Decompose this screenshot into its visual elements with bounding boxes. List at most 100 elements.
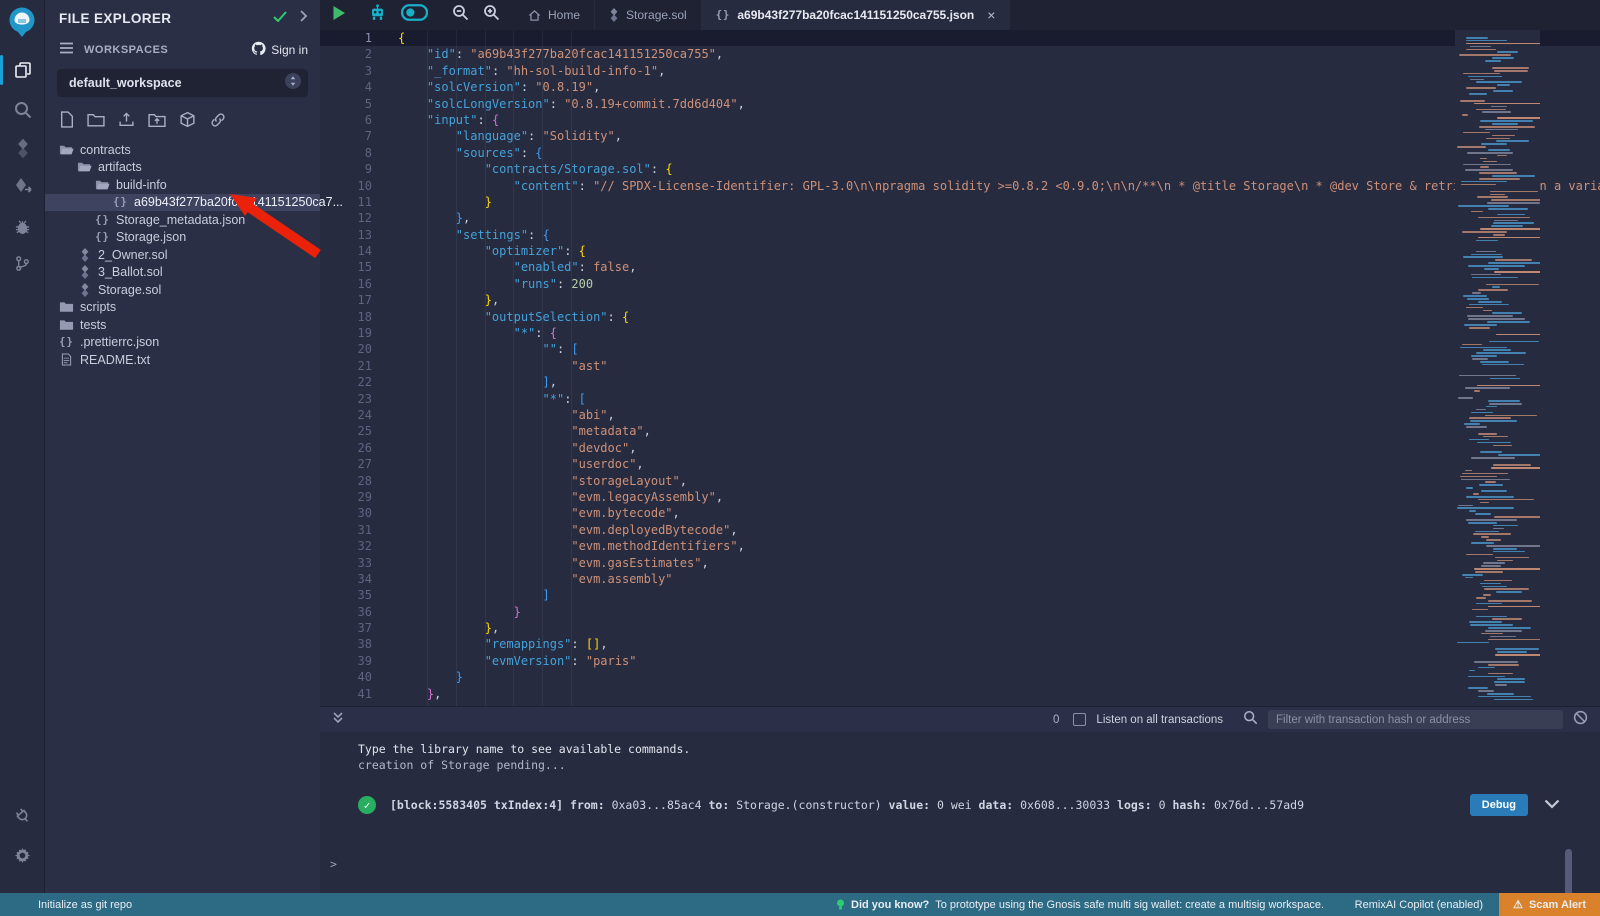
git-icon[interactable] (0, 246, 45, 280)
collapse-terminal-icon[interactable] (332, 711, 344, 729)
code-line[interactable]: 27 "userdoc", (320, 456, 1600, 472)
tx-expand-icon[interactable] (1544, 798, 1560, 812)
expand-panel-icon[interactable] (299, 9, 308, 27)
tree-item[interactable]: {}Storage_metadata.json (45, 211, 320, 229)
code-line[interactable]: 22 ], (320, 374, 1600, 390)
editor-tab[interactable]: Home (514, 0, 595, 30)
code-line[interactable]: 15 "enabled": false, (320, 259, 1600, 275)
close-tab-icon[interactable]: × (987, 7, 995, 23)
code-line[interactable]: 19 "*": { (320, 325, 1600, 341)
code-line[interactable]: 39 "evmVersion": "paris" (320, 653, 1600, 669)
code-line[interactable]: 7 "language": "Solidity", (320, 128, 1600, 144)
tree-item[interactable]: build-info (45, 176, 320, 194)
tree-item[interactable]: tests (45, 316, 320, 334)
debug-button[interactable]: Debug (1470, 794, 1528, 816)
new-file-icon[interactable] (60, 111, 74, 133)
ipfs-cube-icon[interactable] (179, 111, 196, 133)
tree-item[interactable]: README.txt (45, 351, 320, 369)
terminal-body[interactable]: Type the library name to see available c… (320, 732, 1600, 893)
code-line[interactable]: 28 "storageLayout", (320, 473, 1600, 489)
workspaces-menu-icon[interactable] (59, 41, 74, 59)
tree-item[interactable]: Storage.sol (45, 281, 320, 299)
code-line[interactable]: 32 "evm.methodIdentifiers", (320, 538, 1600, 554)
tree-item[interactable]: 2_Owner.sol (45, 246, 320, 264)
workspace-select[interactable]: default_workspace (57, 69, 308, 97)
code-line[interactable]: 24 "abi", (320, 407, 1600, 423)
tree-item[interactable]: scripts (45, 299, 320, 317)
code-line[interactable]: 29 "evm.legacyAssembly", (320, 489, 1600, 505)
code-line[interactable]: 31 "evm.deployedBytecode", (320, 522, 1600, 538)
code-line[interactable]: 40 } (320, 669, 1600, 685)
code-line[interactable]: 26 "devdoc", (320, 440, 1600, 456)
editor-tab[interactable]: Storage.sol (595, 0, 702, 30)
workspace-ok-icon (273, 9, 287, 27)
debugger-icon[interactable] (0, 209, 45, 243)
code-line[interactable]: 34 "evm.assembly" (320, 571, 1600, 587)
copilot-toggle[interactable] (401, 4, 428, 26)
line-number: 2 (320, 46, 372, 62)
code-line[interactable]: 13 "settings": { (320, 227, 1600, 243)
code-line[interactable]: 36 } (320, 604, 1600, 620)
code-line[interactable]: 14 "optimizer": { (320, 243, 1600, 259)
transaction-row[interactable]: ✓ [block:5583405 txIndex:4] from: 0xa03.… (358, 794, 1560, 816)
code-line[interactable]: 30 "evm.bytecode", (320, 505, 1600, 521)
code-line[interactable]: 11 } (320, 194, 1600, 210)
plugin-manager-icon[interactable] (0, 798, 45, 832)
listen-all-checkbox[interactable] (1073, 713, 1086, 726)
solidity-compiler-icon[interactable] (0, 131, 45, 165)
code-line[interactable]: 23 "*": [ (320, 391, 1600, 407)
code-line[interactable]: 2 "id": "a69b43f277ba20fcac141151250ca75… (320, 46, 1600, 62)
zoom-out-icon[interactable] (452, 4, 469, 26)
tree-item[interactable]: {}a69b43f277ba20fcac141151250ca7... (45, 194, 320, 212)
tree-item[interactable]: artifacts (45, 159, 320, 177)
code-line[interactable]: 20 "": [ (320, 341, 1600, 357)
code-line[interactable]: 1{ (320, 30, 1600, 46)
code-line[interactable]: 10 "content": "// SPDX-License-Identifie… (320, 178, 1600, 194)
code-line[interactable]: 17 }, (320, 292, 1600, 308)
code-area[interactable]: 1{2 "id": "a69b43f277ba20fcac141151250ca… (320, 30, 1600, 706)
tree-item[interactable]: {}Storage.json (45, 229, 320, 247)
minimap[interactable] (1455, 30, 1540, 706)
tx-filter-input[interactable] (1268, 710, 1563, 729)
upload-file-icon[interactable] (118, 111, 135, 133)
search-icon[interactable] (0, 93, 45, 127)
code-line[interactable]: 33 "evm.gasEstimates", (320, 555, 1600, 571)
run-script-icon[interactable] (332, 5, 346, 26)
copilot-status[interactable]: RemixAI Copilot (enabled) (1355, 899, 1483, 911)
code-line[interactable]: 9 "contracts/Storage.sol": { (320, 161, 1600, 177)
link-icon[interactable] (209, 112, 227, 133)
scam-alert-button[interactable]: ⚠Scam Alert (1499, 893, 1600, 916)
code-line[interactable]: 5 "solcLongVersion": "0.8.19+commit.7dd6… (320, 96, 1600, 112)
code-line[interactable]: 3 "_format": "hh-sol-build-info-1", (320, 63, 1600, 79)
code-line[interactable]: 16 "runs": 200 (320, 276, 1600, 292)
code-line[interactable]: 12 }, (320, 210, 1600, 226)
code-line[interactable]: 18 "outputSelection": { (320, 309, 1600, 325)
line-number: 9 (320, 161, 372, 177)
settings-icon[interactable] (0, 838, 45, 872)
tree-item[interactable]: contracts (45, 141, 320, 159)
line-number: 12 (320, 210, 372, 226)
ai-bot-icon[interactable] (368, 4, 387, 26)
code-line[interactable]: 21 "ast" (320, 358, 1600, 374)
clear-console-icon[interactable] (1573, 710, 1588, 730)
zoom-in-icon[interactable] (483, 4, 500, 26)
code-line[interactable]: 41 }, (320, 686, 1600, 702)
tree-item[interactable]: {}.prettierrc.json (45, 334, 320, 352)
new-folder-icon[interactable] (87, 112, 105, 132)
code-line[interactable]: 6 "input": { (320, 112, 1600, 128)
upload-folder-icon[interactable] (148, 112, 166, 133)
code-line[interactable]: 4 "solcVersion": "0.8.19", (320, 79, 1600, 95)
deploy-run-icon[interactable] (0, 170, 45, 204)
git-init-button[interactable]: Initialize as git repo (0, 899, 132, 911)
terminal-prompt[interactable]: > (330, 857, 337, 871)
code-line[interactable]: 38 "remappings": [], (320, 636, 1600, 652)
code-line[interactable]: 8 "sources": { (320, 145, 1600, 161)
sign-in-button[interactable]: Sign in (251, 41, 308, 59)
tree-item-label: tests (80, 318, 106, 332)
tree-item[interactable]: 3_Ballot.sol (45, 264, 320, 282)
code-line[interactable]: 25 "metadata", (320, 423, 1600, 439)
code-line[interactable]: 37 }, (320, 620, 1600, 636)
editor-tab[interactable]: {}a69b43f277ba20fcac141151250ca755.json× (702, 0, 1011, 30)
code-line[interactable]: 35 ] (320, 587, 1600, 603)
file-explorer-icon[interactable] (0, 53, 45, 87)
